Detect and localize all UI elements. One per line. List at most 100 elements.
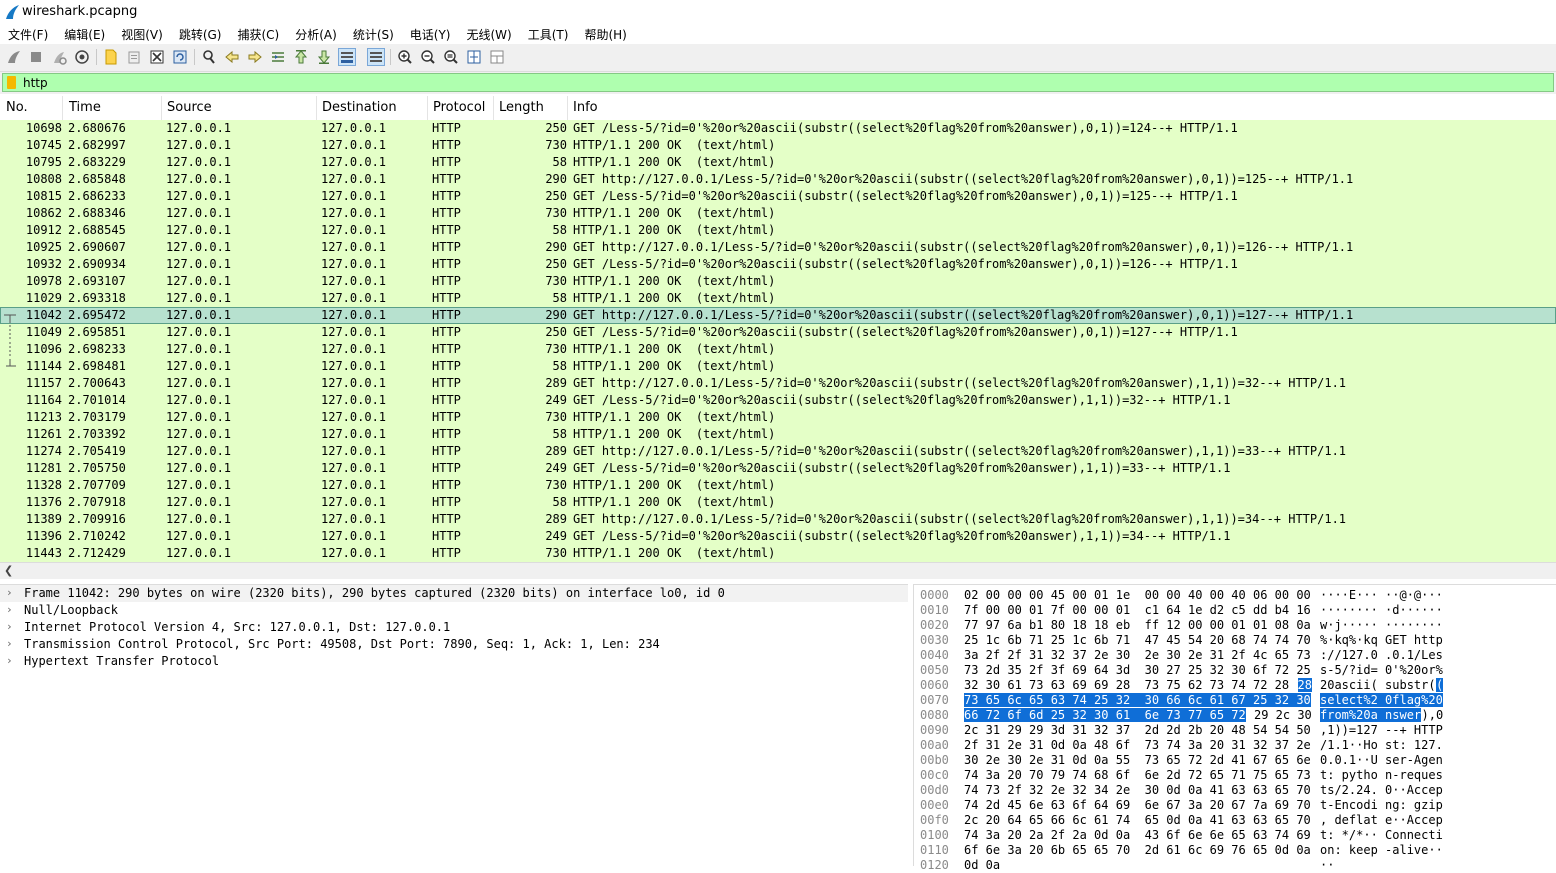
table-row[interactable]: 11396 2.710242 127.0.0.1 127.0.0.1 HTTP 249 GE… <box>0 528 1556 545</box>
table-row[interactable]: 11144 2.698481 127.0.0.1 127.0.0.1 HTTP 58 HTT… <box>0 358 1556 375</box>
reload-file-icon[interactable] <box>171 48 189 66</box>
menu-item[interactable]: 帮助(H) <box>576 24 634 44</box>
ascii-bytes[interactable]: ,1))=127 --+ HTTP <box>1320 723 1443 737</box>
open-recent-icon[interactable] <box>125 48 143 66</box>
ascii-bytes[interactable]: ( <box>1436 678 1444 692</box>
table-row[interactable]: 10862 2.688346 127.0.0.1 127.0.0.1 HTTP 730 HT… <box>0 205 1556 222</box>
column-header-protocol[interactable]: Protocol <box>433 100 485 115</box>
hex-bytes[interactable]: 30 2e 30 2e 31 0d 0a 55 73 65 72 2d 41 6… <box>964 753 1311 767</box>
table-row[interactable]: 10745 2.682997 127.0.0.1 127.0.0.1 HTTP 730 HT… <box>0 137 1556 154</box>
menu-item[interactable]: 无线(W) <box>459 24 520 44</box>
ascii-bytes[interactable]: ·· <box>1320 858 1334 872</box>
ascii-bytes[interactable]: 0.0.1··U ser-Agen <box>1320 753 1443 767</box>
table-row[interactable]: 11281 2.705750 127.0.0.1 127.0.0.1 HTTP 249 GE… <box>0 460 1556 477</box>
table-row-selected[interactable]: 11042 2.695472 127.0.0.1 127.0.0.1 HTTP 290 GE… <box>0 307 1556 324</box>
hex-bytes[interactable]: 32 30 61 73 63 69 69 28 73 75 62 73 74 7… <box>964 678 1296 692</box>
table-row[interactable]: 10978 2.693107 127.0.0.1 127.0.0.1 HTTP 730 HT… <box>0 273 1556 290</box>
column-header-destination[interactable]: Destination <box>322 100 397 115</box>
detail-tree-item[interactable]: › Internet Protocol Version 4, Src: 127.0… <box>0 619 908 636</box>
table-row[interactable]: 10932 2.690934 127.0.0.1 127.0.0.1 HTTP 250 GE… <box>0 256 1556 273</box>
hex-bytes[interactable]: 02 00 00 00 45 00 01 1e 00 00 40 00 40 0… <box>964 588 1311 602</box>
ascii-bytes[interactable]: ts/2.24. 0··Accep <box>1320 783 1443 797</box>
menu-item[interactable]: 捕获(C) <box>229 24 287 44</box>
table-row[interactable]: 11049 2.695851 127.0.0.1 127.0.0.1 HTTP 250 GE… <box>0 324 1556 341</box>
column-header-length[interactable]: Length <box>499 100 544 115</box>
resize-columns-icon[interactable] <box>465 48 483 66</box>
packet-list-hscrollbar[interactable]: ❮ <box>0 562 1556 579</box>
go-back-icon[interactable] <box>223 48 241 66</box>
menu-item[interactable]: 文件(F) <box>0 24 56 44</box>
ascii-bytes[interactable]: t: pytho n-reques <box>1320 768 1443 782</box>
table-row[interactable]: 11376 2.707918 127.0.0.1 127.0.0.1 HTTP 58 HTT… <box>0 494 1556 511</box>
expand-arrow-icon[interactable]: › <box>6 603 13 616</box>
hex-bytes[interactable]: 77 97 6a b1 80 18 18 eb ff 12 00 00 01 0… <box>964 618 1311 632</box>
hex-bytes[interactable]: 25 1c 6b 71 25 1c 6b 71 47 45 54 20 68 7… <box>964 633 1311 647</box>
table-row[interactable]: 11029 2.693318 127.0.0.1 127.0.0.1 HTTP 58 HTT… <box>0 290 1556 307</box>
ascii-bytes[interactable]: 20ascii( substr( <box>1320 678 1436 692</box>
hex-bytes[interactable]: 2f 31 2e 31 0d 0a 48 6f 73 74 3a 20 31 3… <box>964 738 1311 752</box>
hex-bytes[interactable]: 74 2d 45 6e 63 6f 64 69 6e 67 3a 20 67 7… <box>964 798 1311 812</box>
table-row[interactable]: 11096 2.698233 127.0.0.1 127.0.0.1 HTTP 730 HT… <box>0 341 1556 358</box>
go-first-icon[interactable] <box>292 48 310 66</box>
table-row[interactable]: 11157 2.700643 127.0.0.1 127.0.0.1 HTTP 289 GE… <box>0 375 1556 392</box>
hex-bytes[interactable]: 74 73 2f 32 2e 32 34 2e 30 0d 0a 41 63 6… <box>964 783 1311 797</box>
hex-bytes[interactable]: 0d 0a <box>964 858 1000 872</box>
table-row[interactable]: 11164 2.701014 127.0.0.1 127.0.0.1 HTTP 249 GE… <box>0 392 1556 409</box>
display-filter-input[interactable] <box>23 74 1523 91</box>
column-header-info[interactable]: Info <box>573 100 598 115</box>
column-header-time[interactable]: Time <box>69 100 101 115</box>
detail-tree-item[interactable]: › Frame 11042: 290 bytes on wire (2320 bi… <box>0 585 908 602</box>
ascii-bytes[interactable]: /1.1··Ho st: 127. <box>1320 738 1443 752</box>
bookmark-icon[interactable] <box>7 76 16 89</box>
ascii-bytes[interactable]: from%20a nswer <box>1320 708 1422 722</box>
stop-capture-icon[interactable] <box>27 48 45 66</box>
start-capture-icon[interactable] <box>5 48 23 66</box>
menu-item[interactable]: 跳转(G) <box>171 24 230 44</box>
ascii-bytes[interactable]: select%2 0flag%20 <box>1320 693 1443 707</box>
table-row[interactable]: 10698 2.680676 127.0.0.1 127.0.0.1 HTTP 250 GE… <box>0 120 1556 137</box>
find-packet-icon[interactable] <box>200 48 218 66</box>
close-file-icon[interactable] <box>148 48 166 66</box>
ascii-bytes[interactable]: t-Encodi ng: gzip <box>1320 798 1443 812</box>
hex-bytes[interactable]: 2c 20 64 65 66 6c 61 74 65 0d 0a 41 63 6… <box>964 813 1311 827</box>
detail-tree-item[interactable]: › Transmission Control Protocol, Src Port… <box>0 636 908 653</box>
ascii-bytes[interactable]: ········ ·d······ <box>1320 603 1443 617</box>
menu-item[interactable]: 统计(S) <box>345 24 402 44</box>
table-row[interactable]: 11213 2.703179 127.0.0.1 127.0.0.1 HTTP 730 HT… <box>0 409 1556 426</box>
expand-arrow-icon[interactable]: › <box>6 586 13 599</box>
detail-tree-item[interactable]: › Hypertext Transfer Protocol <box>0 653 908 670</box>
zoom-normal-icon[interactable] <box>442 48 460 66</box>
ascii-bytes[interactable]: on: keep -alive·· <box>1320 843 1443 857</box>
autoscroll-icon[interactable] <box>338 48 356 66</box>
open-file-icon[interactable] <box>102 48 120 66</box>
ascii-bytes[interactable]: w·j····· ········ <box>1320 618 1443 632</box>
hex-bytes[interactable]: 7f 00 00 01 7f 00 00 01 c1 64 1e d2 c5 d… <box>964 603 1311 617</box>
colorize-icon[interactable] <box>367 48 385 66</box>
hex-bytes[interactable]: 3a 2f 2f 31 32 37 2e 30 2e 30 2e 31 2f 4… <box>964 648 1311 662</box>
capture-options-icon[interactable] <box>73 48 91 66</box>
restart-capture-icon[interactable] <box>50 48 68 66</box>
table-row[interactable]: 11389 2.709916 127.0.0.1 127.0.0.1 HTTP 289 GE… <box>0 511 1556 528</box>
hex-bytes[interactable]: 66 72 6f 6d 25 32 30 61 6e 73 77 65 72 <box>964 708 1246 722</box>
expand-arrow-icon[interactable]: › <box>6 654 13 667</box>
go-last-icon[interactable] <box>315 48 333 66</box>
column-header-no[interactable]: No. <box>6 100 28 115</box>
go-to-packet-icon[interactable] <box>269 48 287 66</box>
go-forward-icon[interactable] <box>246 48 264 66</box>
table-row[interactable]: 10815 2.686233 127.0.0.1 127.0.0.1 HTTP 250 GE… <box>0 188 1556 205</box>
hex-bytes[interactable]: 74 3a 20 70 79 74 68 6f 6e 2d 72 65 71 7… <box>964 768 1311 782</box>
detail-tree-item[interactable]: › Null/Loopback <box>0 602 908 619</box>
hex-bytes[interactable]: 73 2d 35 2f 3f 69 64 3d 30 27 25 32 30 6… <box>964 663 1311 677</box>
zoom-out-icon[interactable] <box>419 48 437 66</box>
hex-bytes[interactable]: 74 3a 20 2a 2f 2a 0d 0a 43 6f 6e 6e 65 6… <box>964 828 1311 842</box>
expand-arrow-icon[interactable]: › <box>6 620 13 633</box>
ascii-bytes[interactable]: ····E··· ··@·@··· <box>1320 588 1443 602</box>
hex-bytes[interactable]: 73 65 6c 65 63 74 25 32 30 66 6c 61 67 2… <box>964 693 1311 707</box>
table-row[interactable]: 11443 2.712429 127.0.0.1 127.0.0.1 HTTP 730 HT… <box>0 545 1556 562</box>
expand-arrow-icon[interactable]: › <box>6 637 13 650</box>
ascii-bytes[interactable]: ://127.0 .0.1/Les <box>1320 648 1443 662</box>
table-row[interactable]: 10795 2.683229 127.0.0.1 127.0.0.1 HTTP 58 HTT… <box>0 154 1556 171</box>
hex-bytes[interactable]: 29 2c 30 <box>1247 708 1312 722</box>
scroll-left-icon[interactable]: ❮ <box>4 564 13 577</box>
ascii-bytes[interactable]: s-5/?id= 0'%20or% <box>1320 663 1443 677</box>
